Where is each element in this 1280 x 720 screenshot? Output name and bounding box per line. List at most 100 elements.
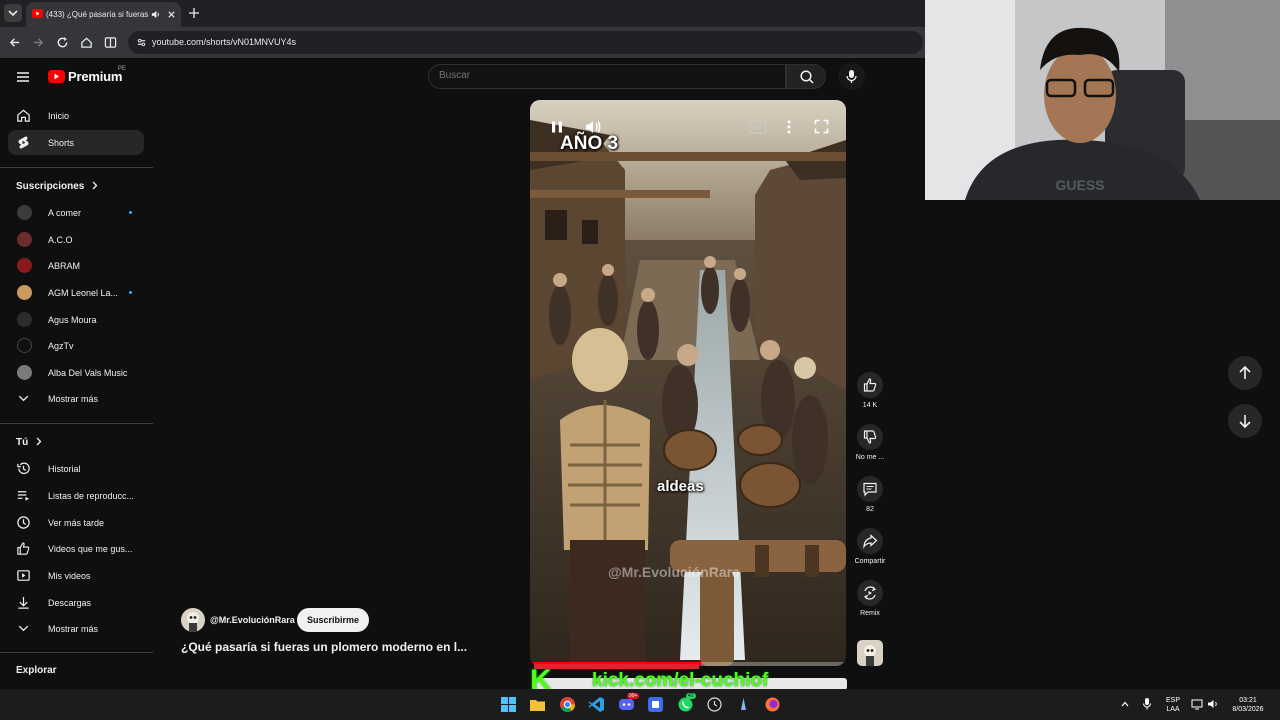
sidebar-item-inicio[interactable]: Inicio (8, 103, 144, 128)
sidebar-item-label: Mis videos (48, 571, 91, 581)
youtube-logo-icon (48, 70, 65, 83)
forward-icon[interactable] (32, 36, 45, 49)
remix-action[interactable]: Remix (852, 580, 888, 617)
comments-action[interactable]: 82 (852, 476, 888, 513)
next-short-button[interactable] (1228, 404, 1262, 438)
menu-icon[interactable] (14, 68, 32, 86)
new-content-dot (129, 291, 132, 294)
volume-tray-icon[interactable] (1207, 698, 1219, 710)
browser-toolbar: youtube.com/shorts/vN01MNVUY4s (0, 27, 925, 58)
share-icon (863, 534, 878, 549)
new-tab-button[interactable] (186, 5, 202, 21)
microphone-tray-icon[interactable] (1142, 697, 1152, 711)
voice-search-button[interactable] (838, 63, 865, 90)
channel-handle[interactable]: @Mr.EvoluciónRara (210, 615, 295, 625)
sidebar-item-historial[interactable]: Historial (8, 456, 144, 481)
watch-later-icon (17, 516, 30, 529)
subscribe-button[interactable]: Suscribirme (297, 608, 369, 632)
audio-playing-icon[interactable] (151, 10, 160, 19)
remix-label: Remix (860, 610, 880, 617)
sidebar-divider (0, 423, 153, 424)
like-button[interactable] (857, 372, 883, 398)
previous-short-button[interactable] (1228, 356, 1262, 390)
like-action[interactable]: 14 K (852, 372, 888, 409)
close-tab-icon[interactable] (167, 10, 176, 19)
subscription-item[interactable]: A.C.O (8, 227, 144, 252)
home-browser-icon[interactable] (80, 36, 93, 49)
file-explorer-icon[interactable] (529, 696, 546, 713)
sidebar-item-liked-videos[interactable]: Videos que me gus... (8, 536, 144, 561)
pause-icon[interactable] (550, 120, 564, 134)
show-more-subscriptions[interactable]: Mostrar más (8, 386, 144, 411)
comments-button[interactable] (857, 476, 883, 502)
system-clock[interactable]: 03:21 8/03/2026 (1225, 696, 1271, 714)
firefox-icon[interactable] (764, 696, 781, 713)
explore-heading: Explorar (16, 665, 57, 676)
reload-icon[interactable] (56, 36, 69, 49)
chevron-up-icon[interactable] (1120, 699, 1130, 709)
split-view-icon[interactable] (104, 36, 117, 49)
chevron-right-icon (92, 181, 98, 190)
captions-icon[interactable]: CC (749, 120, 767, 134)
you-heading[interactable]: Tú (16, 437, 42, 448)
chevron-right-icon (36, 437, 42, 446)
subscription-item[interactable]: Agus Moura (8, 307, 144, 332)
search-button[interactable] (786, 64, 826, 89)
show-more-you[interactable]: Mostrar más (8, 616, 144, 641)
sidebar-item-watch-later[interactable]: Ver más tarde (8, 510, 144, 535)
sidebar-item-label: Listas de reproducc... (48, 491, 135, 501)
sidebar-item-downloads[interactable]: Descargas (8, 590, 144, 615)
taskbar-app-icon[interactable] (735, 696, 752, 713)
taskbar-app-icon[interactable] (647, 696, 664, 713)
skull-avatar-icon (187, 612, 199, 632)
vscode-icon[interactable] (588, 696, 605, 713)
sidebar-item-shorts[interactable]: Shorts (8, 130, 144, 155)
address-bar[interactable]: youtube.com/shorts/vN01MNVUY4s (128, 31, 923, 54)
network-icon[interactable] (1191, 698, 1203, 710)
browser-tab[interactable]: (433) ¿Qué pasaría si fueras (26, 2, 181, 27)
clock-app-icon[interactable] (706, 696, 723, 713)
video-frame (530, 100, 846, 666)
back-icon[interactable] (8, 36, 21, 49)
subscription-item[interactable]: Alba Del Vals Music (8, 360, 144, 385)
dislike-action[interactable]: No me ... (852, 424, 888, 461)
sidebar-item-label: Historial (48, 464, 81, 474)
site-info-icon[interactable] (136, 37, 147, 48)
channel-name: A.C.O (48, 235, 73, 245)
channel-avatar (17, 232, 32, 247)
share-action[interactable]: Compartir (852, 528, 888, 565)
new-content-dot (129, 211, 132, 214)
comment-icon (863, 482, 877, 497)
subscription-item[interactable]: ABRAM (8, 253, 144, 278)
channel-name: AgzTv (48, 341, 74, 351)
subscription-item[interactable]: A comer (8, 200, 144, 225)
browser-tab-strip: (433) ¿Qué pasaría si fueras (0, 0, 925, 27)
short-video-player[interactable]: CC AÑO 3 aldeas @Mr.EvoluciónRara (530, 100, 846, 666)
subscription-item[interactable]: AgzTv (8, 333, 144, 358)
more-options-icon[interactable] (785, 119, 793, 135)
share-button[interactable] (857, 528, 883, 554)
svg-text:GUESS: GUESS (1055, 177, 1104, 193)
download-icon (18, 596, 29, 609)
fullscreen-icon[interactable] (814, 119, 829, 134)
liked-icon (17, 542, 30, 555)
sidebar-item-my-videos[interactable]: Mis videos (8, 563, 144, 588)
windows-start-icon[interactable] (500, 696, 517, 713)
remix-button[interactable] (857, 580, 883, 606)
search-box[interactable] (428, 64, 786, 89)
search-input[interactable] (439, 70, 769, 81)
chrome-icon[interactable] (559, 696, 576, 713)
discord-badge: 99+ (627, 693, 640, 699)
sidebar-item-playlists[interactable]: Listas de reproducc... (8, 483, 144, 508)
subscriptions-heading[interactable]: Suscripciones (16, 181, 98, 192)
shorts-icon (18, 136, 29, 149)
channel-avatar[interactable] (181, 608, 205, 632)
audio-source-thumbnail[interactable] (857, 640, 883, 666)
dislike-button[interactable] (857, 424, 883, 450)
language-indicator[interactable]: ESP LAA (1163, 696, 1183, 714)
short-title[interactable]: ¿Qué pasaría si fueras un plomero modern… (181, 640, 521, 654)
search-icon (800, 70, 814, 84)
tab-search-button[interactable] (4, 4, 22, 22)
subscription-item[interactable]: AGM Leonel La... (8, 280, 144, 305)
tab-title: (433) ¿Qué pasaría si fueras (46, 10, 149, 19)
